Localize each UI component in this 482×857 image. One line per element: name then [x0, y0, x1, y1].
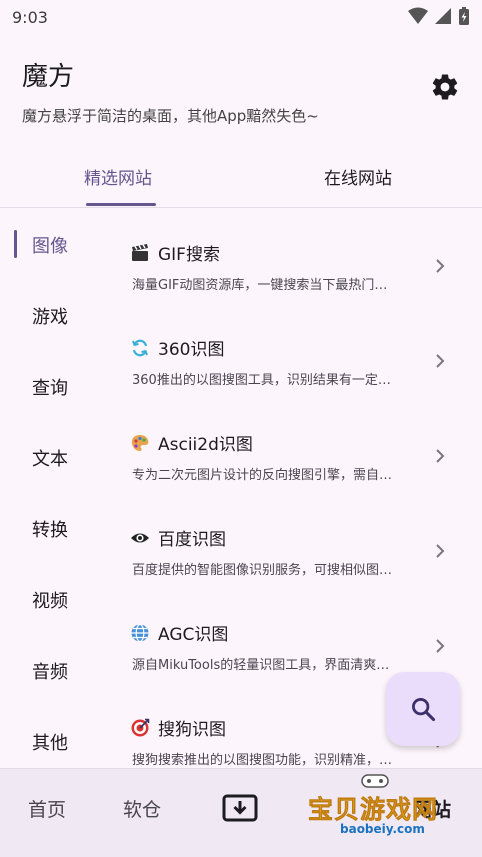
settings-button[interactable] [430, 72, 460, 102]
globe-icon [131, 623, 149, 642]
status-icons [408, 6, 470, 26]
signal-icon [435, 8, 451, 24]
sidebar-item-convert[interactable]: 转换 [32, 516, 68, 542]
battery-icon [459, 7, 469, 25]
site-description: 专为二次元图片设计的反向搜图引擎，需自… [132, 468, 393, 483]
chevron-right-icon [436, 639, 445, 653]
chevron-right-icon [436, 259, 445, 273]
site-title: Ascii2d识图 [158, 435, 253, 455]
app-title: 魔方 [22, 62, 75, 92]
site-title: AGC识图 [158, 625, 229, 645]
artist-palette-icon [131, 434, 149, 451]
nav-download[interactable] [222, 793, 258, 828]
site-description: 360推出的以图搜图工具，识别结果有一定… [132, 373, 391, 388]
eye-icon [131, 533, 149, 542]
site-description: 源自MikuTools的轻量识图工具，界面清爽… [132, 658, 390, 673]
list-item[interactable]: 360识图 360推出的以图搜图工具，识别结果有一定… [130, 325, 450, 405]
tab-indicator [86, 203, 156, 206]
sidebar-active-indicator [14, 230, 17, 258]
sidebar-item-game[interactable]: 游戏 [32, 303, 68, 329]
search-icon [412, 698, 436, 722]
clapper-board-icon [132, 243, 148, 261]
site-description: 搜狗搜索推出的以图搜图功能，识别精准，… [132, 753, 393, 768]
sidebar-item-audio[interactable]: 音频 [32, 658, 68, 684]
sidebar-item-query[interactable]: 查询 [32, 374, 68, 400]
nav-software-store[interactable]: 软仓 [123, 795, 161, 822]
chevron-right-icon [436, 449, 445, 463]
site-title: 360识图 [158, 340, 225, 360]
chevron-right-icon [436, 354, 445, 368]
sidebar-item-text[interactable]: 文本 [32, 445, 68, 471]
sidebar-item-video[interactable]: 视频 [32, 587, 68, 613]
sidebar-item-image[interactable]: 图像 [32, 232, 68, 258]
site-description: 百度提供的智能图像识别服务，可搜相似图… [132, 563, 393, 578]
site-title: 搜狗识图 [158, 720, 226, 740]
chevron-right-icon [436, 544, 445, 558]
bottom-nav: 首页 软仓 网站 [0, 768, 482, 857]
sidebar-item-other[interactable]: 其他 [32, 729, 68, 755]
list-item[interactable]: 百度识图 百度提供的智能图像识别服务，可搜相似图… [130, 515, 450, 595]
site-title: GIF搜索 [158, 245, 220, 265]
refresh-arrows-icon [132, 339, 148, 356]
wifi-icon [408, 7, 428, 24]
site-title: 百度识图 [158, 530, 226, 550]
nav-home[interactable]: 首页 [28, 795, 66, 822]
tab-online-sites[interactable]: 在线网站 [324, 164, 392, 189]
nav-websites[interactable]: 网站 [413, 795, 451, 822]
list-item[interactable]: GIF搜索 海量GIF动图资源库，一键搜索当下最热门… [130, 230, 450, 310]
target-icon [131, 718, 150, 736]
download-box-icon [222, 794, 258, 822]
status-time: 9:03 [12, 7, 48, 27]
gear-icon [432, 74, 458, 100]
app-subtitle: 魔方悬浮于简洁的桌面，其他App黯然失色~ [22, 107, 319, 125]
app-header: 魔方 魔方悬浮于简洁的桌面，其他App黯然失色~ [22, 56, 482, 126]
tab-featured-sites[interactable]: 精选网站 [84, 164, 152, 189]
tab-bar: 精选网站 在线网站 [0, 150, 482, 208]
status-bar: 9:03 [0, 0, 482, 34]
search-fab-button[interactable] [386, 672, 460, 746]
site-description: 海量GIF动图资源库，一键搜索当下最热门… [132, 278, 388, 293]
list-item[interactable]: Ascii2d识图 专为二次元图片设计的反向搜图引擎，需自… [130, 420, 450, 500]
